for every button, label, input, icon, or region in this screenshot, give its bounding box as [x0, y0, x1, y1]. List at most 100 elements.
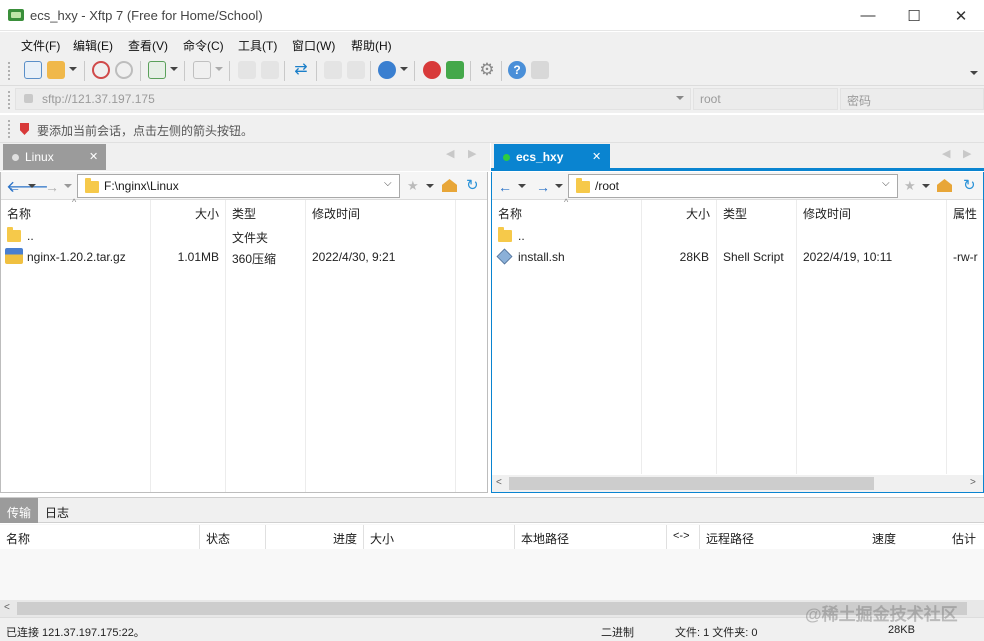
bookmark-star-icon[interactable]: ★: [904, 178, 916, 194]
xftp-icon[interactable]: [446, 61, 464, 79]
scrollbar-thumb[interactable]: [509, 477, 874, 490]
bookmark-dropdown-icon[interactable]: [426, 184, 434, 188]
bottom-tabs: 传输 日志: [0, 497, 984, 523]
refresh-icon[interactable]: ↻: [466, 176, 479, 194]
menu-window[interactable]: 窗口(W): [292, 37, 335, 54]
encoding-dropdown-icon[interactable]: [400, 67, 408, 71]
open-folder-icon[interactable]: [47, 61, 65, 79]
file-modified: 2022/4/19, 10:11: [803, 250, 893, 264]
password-input[interactable]: 密码: [840, 88, 984, 110]
reconnect-icon[interactable]: [115, 61, 133, 79]
left-tab-scroll-right-icon[interactable]: ▶: [468, 147, 476, 160]
tab-ecs-hxy[interactable]: ecs_hxy ✕: [494, 144, 610, 170]
path-dropdown-icon[interactable]: ⌵: [384, 178, 392, 189]
transfer-col-progress[interactable]: 进度: [266, 525, 364, 549]
transfer-col-eta[interactable]: 估计索: [946, 525, 984, 549]
refresh-icon[interactable]: ↻: [963, 176, 976, 194]
host-input[interactable]: sftp://121.37.197.175: [15, 88, 691, 110]
file-modified: 2022/4/30, 9:21: [312, 250, 396, 264]
copy-icon[interactable]: [238, 61, 256, 79]
transfer-col-status[interactable]: 状态: [200, 525, 266, 549]
back-icon[interactable]: ←: [498, 179, 512, 195]
tab-log[interactable]: 日志: [38, 498, 76, 523]
compare-icon[interactable]: [347, 61, 365, 79]
username-input[interactable]: root: [693, 88, 838, 110]
menu-command[interactable]: 命令(C): [183, 37, 224, 54]
back-dropdown-icon[interactable]: [518, 184, 526, 188]
right-col-size[interactable]: 大小: [642, 200, 717, 224]
scroll-right-icon[interactable]: >: [970, 477, 976, 488]
tab-transfer[interactable]: 传输: [0, 498, 39, 523]
close-button[interactable]: ✕: [938, 0, 984, 31]
left-col-size[interactable]: 大小: [151, 200, 226, 224]
toolbar-overflow-icon[interactable]: [970, 71, 978, 75]
new-tab-dropdown-icon[interactable]: [170, 67, 178, 71]
bookmark-star-icon[interactable]: ★: [407, 178, 419, 194]
right-tab-scroll-right-icon[interactable]: ▶: [963, 147, 971, 160]
paste-icon[interactable]: [261, 61, 279, 79]
right-col-name[interactable]: 名称: [492, 200, 642, 224]
scroll-left-icon[interactable]: <: [496, 477, 502, 488]
tab-linux[interactable]: Linux ✕: [3, 144, 106, 170]
table-row[interactable]: ..: [492, 226, 983, 246]
new-session-icon[interactable]: [24, 61, 42, 79]
tab-close-icon[interactable]: ✕: [592, 150, 601, 163]
left-col-modified[interactable]: 修改时间: [306, 200, 456, 224]
sync-icon[interactable]: [324, 61, 342, 79]
menu-edit[interactable]: 编辑(E): [73, 37, 113, 54]
folder-icon: [498, 227, 512, 242]
right-path-input[interactable]: /root ⌵: [568, 174, 898, 198]
settings-gear-icon[interactable]: ⚙: [478, 61, 496, 79]
selected-size: 28KB: [888, 624, 915, 636]
toolbar-separator: [414, 61, 415, 81]
left-tab-scroll-left-icon[interactable]: ◀: [446, 147, 454, 160]
menu-help[interactable]: 帮助(H): [351, 37, 392, 54]
menu-view[interactable]: 查看(V): [128, 37, 168, 54]
transfer-icon[interactable]: ⇄: [292, 61, 310, 79]
forward-icon[interactable]: →: [536, 179, 550, 195]
terminal-icon[interactable]: [193, 61, 211, 79]
table-row[interactable]: nginx-1.20.2.tar.gz 1.01MB 360压缩 2022/4/…: [1, 247, 487, 267]
left-col-name[interactable]: 名称: [1, 200, 151, 224]
left-path-input[interactable]: F:\nginx\Linux ⌵: [77, 174, 400, 198]
transfer-col-local-path[interactable]: 本地路径: [515, 525, 667, 549]
left-col-type[interactable]: 类型: [226, 200, 306, 224]
menu-file[interactable]: 文件(F): [21, 37, 60, 54]
host-dropdown-icon[interactable]: [676, 96, 684, 100]
right-col-modified[interactable]: 修改时间: [797, 200, 947, 224]
connection-status: 已连接 121.37.197.175:22。: [6, 627, 145, 639]
tab-close-icon[interactable]: ✕: [89, 150, 98, 163]
globe-icon[interactable]: [378, 61, 396, 79]
right-tab-scroll-left-icon[interactable]: ◀: [942, 147, 950, 160]
transfer-col-size[interactable]: 大小: [364, 525, 515, 549]
terminal-dropdown-icon[interactable]: [215, 67, 223, 71]
maximize-button[interactable]: ☐: [891, 0, 937, 31]
right-horizontal-scrollbar[interactable]: < >: [492, 475, 983, 492]
menu-tools[interactable]: 工具(T): [238, 37, 277, 54]
transfer-col-direction[interactable]: <->: [667, 525, 700, 549]
back-dropdown-icon[interactable]: [28, 184, 36, 188]
tab-connected-dot: [503, 154, 510, 161]
help-icon[interactable]: ?: [508, 61, 526, 79]
forward-dropdown-icon[interactable]: [555, 184, 563, 188]
minimize-button[interactable]: —: [845, 0, 891, 31]
disconnect-icon[interactable]: [92, 61, 110, 79]
chat-icon[interactable]: [531, 61, 549, 79]
transfer-col-name[interactable]: 名称: [0, 525, 200, 549]
table-row[interactable]: .. 文件夹: [1, 226, 487, 246]
path-dropdown-icon[interactable]: ⌵: [882, 178, 890, 189]
forward-dropdown-icon[interactable]: [64, 184, 72, 188]
right-col-attr[interactable]: 属性: [947, 200, 983, 224]
transfer-col-speed[interactable]: 速度: [866, 525, 946, 549]
open-dropdown-icon[interactable]: [69, 67, 77, 71]
new-tab-icon[interactable]: [148, 61, 166, 79]
table-row[interactable]: install.sh 28KB Shell Script 2022/4/19, …: [492, 247, 983, 267]
forward-icon[interactable]: →: [45, 179, 59, 195]
bookmark-dropdown-icon[interactable]: [922, 184, 930, 188]
file-size: 1.01MB: [177, 250, 219, 264]
right-col-type[interactable]: 类型: [717, 200, 797, 224]
xshell-icon[interactable]: [423, 61, 441, 79]
back-icon[interactable]: ←: [7, 179, 21, 195]
scroll-left-icon[interactable]: <: [4, 602, 10, 613]
host-text: sftp://121.37.197.175: [42, 92, 155, 106]
